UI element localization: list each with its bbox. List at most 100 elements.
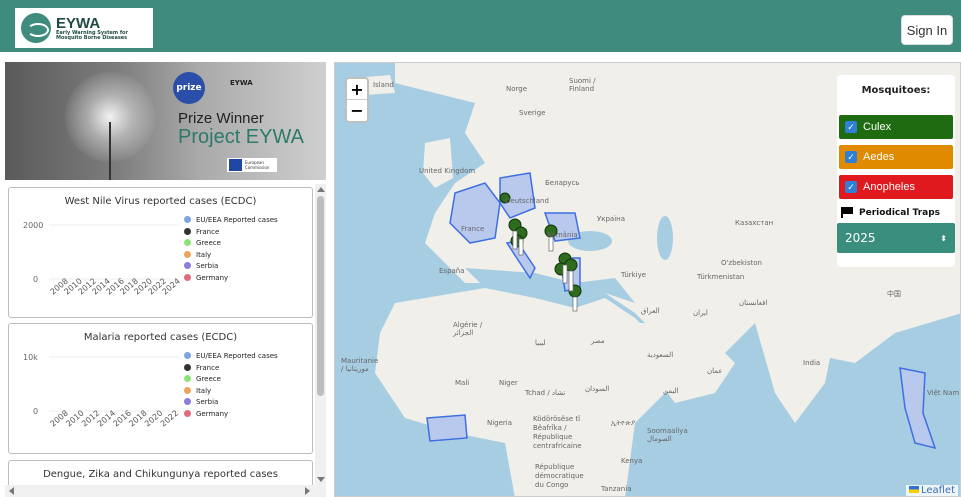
prize-banner: prize EYWA Prize Winner Project EYWA Eur… (5, 62, 326, 180)
map-label: Niger (499, 379, 518, 387)
sign-in-button[interactable]: Sign In (901, 15, 953, 45)
scroll-right-icon[interactable] (305, 487, 310, 495)
map-label: Беларусь (545, 179, 580, 187)
periodical-traps-toggle[interactable]: Periodical Traps (841, 207, 940, 218)
logo-title: EYWA (56, 14, 101, 32)
map-label: Sverige (519, 109, 546, 117)
checkbox-checked-icon[interactable]: ✓ (845, 181, 857, 193)
eu-commission-logo: European Commission (227, 158, 277, 172)
map-label: United Kingdom (419, 167, 476, 175)
legend-item[interactable]: Serbia (184, 397, 278, 409)
legend-item[interactable]: Germany (184, 273, 278, 285)
map-view[interactable]: Island Norge Suomi / Finland Sverige Uni… (334, 62, 961, 497)
culex-toggle[interactable]: ✓ Culex (839, 115, 953, 139)
aedes-toggle[interactable]: ✓ Aedes (839, 145, 953, 169)
legend-item[interactable]: Italy (184, 386, 278, 398)
map-label: Nigeria (487, 419, 513, 427)
mosquitoes-title: Mosquitoes: (861, 85, 931, 96)
map-label: مصر (591, 337, 605, 345)
map-label: العراق (641, 307, 660, 315)
mosquito-logo-icon (21, 13, 51, 43)
map-label: 中国 (887, 290, 901, 298)
scroll-thumb[interactable] (317, 196, 324, 396)
prize-winner-text: Prize Winner (178, 110, 264, 127)
charts-scroll-area[interactable]: West Nile Virus reported cases (ECDC) 20… (5, 184, 315, 485)
zoom-control: + − (345, 77, 369, 123)
map-label: ኢትዮጵያ (611, 419, 636, 427)
wnv-chart-card: West Nile Virus reported cases (ECDC) 20… (8, 187, 313, 318)
map-label: Deutschland (505, 197, 549, 205)
map-label: Tanzania (601, 485, 632, 493)
map-label: République démocratique du Congo (535, 463, 584, 489)
map-label: O'zbekiston (721, 259, 762, 267)
map-label: السعودية (647, 351, 674, 359)
chart-title: Dengue, Zika and Chikungunya reported ca… (43, 469, 278, 480)
horizontal-scrollbar[interactable] (5, 485, 326, 497)
map-label: Україна (597, 215, 626, 223)
legend-item[interactable]: France (184, 363, 278, 375)
legend-item[interactable]: Serbia (184, 261, 278, 273)
map-label: Suomi / Finland (569, 77, 596, 93)
map-label: ایران (693, 309, 708, 317)
map-label: اليمن (663, 387, 679, 395)
flag-icon (841, 207, 853, 218)
map-label: Việt Nam (927, 389, 960, 397)
year-select[interactable]: 2025 ⬍ (837, 223, 955, 253)
chart-legend: EU/EEA Reported cases France Greece Ital… (184, 351, 278, 420)
map-label: Kenya (621, 457, 643, 465)
eywa-logo[interactable]: EYWA Early Warning System for Mosquito B… (15, 8, 153, 48)
logo-subtitle: Early Warning System for Mosquito Borne … (56, 29, 128, 41)
checkbox-checked-icon[interactable]: ✓ (845, 121, 857, 133)
map-label: Island (373, 81, 394, 89)
prize-badge: prize (173, 72, 205, 104)
scroll-left-icon[interactable] (9, 487, 14, 495)
map-label: Türkmenistan (697, 273, 745, 281)
y-tick-label: 0 (33, 275, 38, 284)
zoom-out-button[interactable]: − (347, 100, 367, 121)
legend-item[interactable]: Italy (184, 250, 278, 262)
left-panel: prize EYWA Prize Winner Project EYWA Eur… (5, 62, 326, 497)
map-label: افغانستان (739, 299, 768, 307)
map-label: Soomaaliya الصومال (647, 427, 688, 443)
anopheles-toggle[interactable]: ✓ Anopheles (839, 175, 953, 199)
map-label: ليبيا (535, 339, 546, 347)
checkbox-checked-icon[interactable]: ✓ (845, 151, 857, 163)
legend-item[interactable]: Germany (184, 409, 278, 421)
legend-item[interactable]: EU/EEA Reported cases (184, 351, 278, 363)
map-label: Norge (506, 85, 528, 93)
y-tick-label: 10k (23, 353, 38, 362)
map-label: Türkiye (621, 271, 647, 279)
chart-legend: EU/EEA Reported cases France Greece Ital… (184, 215, 278, 284)
scroll-down-icon[interactable] (317, 477, 325, 482)
map-label: Tchad / تشاد (525, 389, 566, 397)
select-arrows-icon: ⬍ (940, 233, 947, 243)
x-tick-label: 2022 (159, 409, 180, 429)
zoom-in-button[interactable]: + (347, 79, 367, 100)
project-eywa-text: Project EYWA (178, 126, 304, 148)
legend-item[interactable]: France (184, 227, 278, 239)
eu-flag-icon (229, 159, 242, 171)
y-tick-label: 0 (33, 407, 38, 416)
map-label: Mali (455, 379, 470, 387)
map-label: Mauritanie / موريتانيا (341, 357, 379, 373)
vertical-scrollbar[interactable] (315, 184, 326, 485)
dengue-chart-card: Dengue, Zika and Chikungunya reported ca… (8, 460, 313, 485)
map-label: România (547, 231, 578, 239)
map-label: España (439, 267, 465, 275)
map-label: Algérie / الجزائر (453, 321, 483, 337)
map-label: عمان (707, 367, 723, 375)
legend-item[interactable]: Greece (184, 238, 278, 250)
map-label: Казахстан (735, 219, 774, 227)
map-label: Ködörösêse tî Bêafrîka / République cent… (533, 415, 582, 450)
malaria-chart-card: Malaria reported cases (ECDC) 10k 0 2008… (8, 323, 313, 454)
legend-item[interactable]: Greece (184, 374, 278, 386)
map-label: India (803, 359, 821, 367)
map-label: السودان (585, 385, 610, 393)
scroll-up-icon[interactable] (317, 187, 325, 192)
map-label: France (461, 225, 485, 233)
banner-eywa-logo: EYWA (230, 79, 253, 87)
leaflet-attribution[interactable]: Leaflet (905, 485, 958, 496)
y-tick-label: 2000 (23, 221, 43, 230)
legend-item[interactable]: EU/EEA Reported cases (184, 215, 278, 227)
ukraine-flag-icon (908, 486, 919, 493)
